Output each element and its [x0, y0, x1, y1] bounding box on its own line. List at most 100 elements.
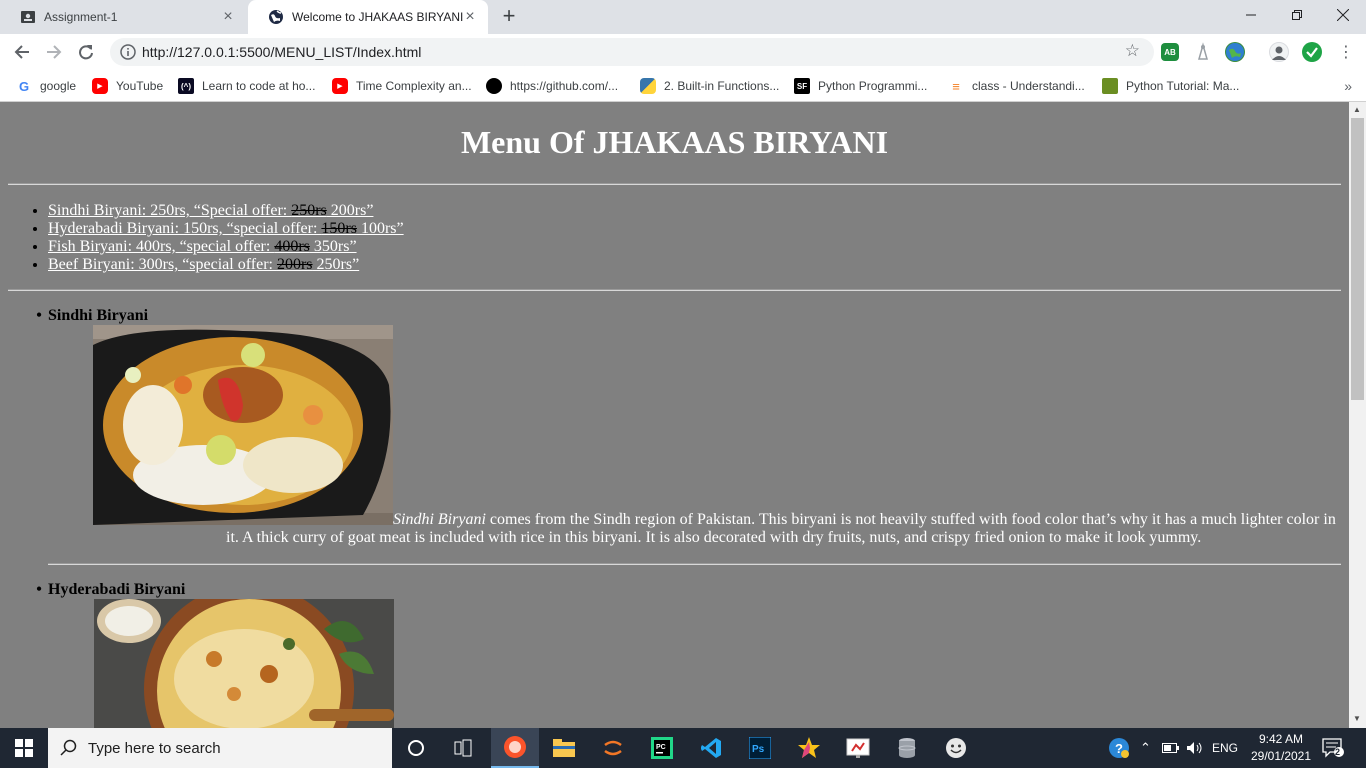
arrow-right-icon — [47, 45, 62, 59]
language-indicator[interactable]: ENG — [1212, 728, 1238, 768]
cortana-button[interactable] — [392, 728, 440, 768]
taskbar-file-explorer[interactable] — [540, 728, 588, 768]
browser-toolbar: http://127.0.0.1:5500/MENU_LIST/Index.ht… — [0, 34, 1366, 70]
offers-list: Sindhi Biryani: 250rs, “Special offer: 2… — [48, 202, 404, 274]
sindhi-biryani-image — [93, 325, 393, 525]
taskbar-brave-browser[interactable] — [491, 728, 539, 768]
tab-title: Assignment-1 — [44, 10, 118, 24]
bookmark-python-tutorial[interactable]: Python Tutorial: Ma... — [1102, 76, 1239, 96]
bookmark-youtube[interactable]: ▶ YouTube — [92, 76, 163, 96]
taskbar-jupyter[interactable] — [589, 728, 637, 768]
taskbar-search-box[interactable]: Type here to search — [48, 728, 392, 768]
reload-button[interactable] — [74, 40, 98, 64]
smiley-icon — [946, 738, 966, 758]
github-icon — [486, 78, 502, 94]
volume-icon[interactable] — [1186, 728, 1204, 768]
bookmark-python-programming[interactable]: SF Python Programmi... — [794, 76, 927, 96]
taskbar-presentation-app[interactable] — [834, 728, 882, 768]
code-icon: (^) — [178, 78, 194, 94]
new-tab-button[interactable]: + — [499, 5, 519, 27]
bookmark-stackoverflow[interactable]: ≡ class - Understandi... — [948, 76, 1085, 96]
notifications-button[interactable]: 2 — [1322, 728, 1344, 768]
close-icon — [1337, 9, 1349, 21]
globe-extension-icon[interactable] — [1225, 42, 1245, 62]
restore-button[interactable] — [1274, 0, 1320, 30]
chevron-up-icon[interactable]: ⌃ — [1140, 728, 1151, 768]
search-placeholder: Type here to search — [88, 739, 221, 757]
bookmark-python-builtins[interactable]: 2. Built-in Functions... — [640, 76, 779, 96]
help-tray-icon[interactable]: ? — [1108, 728, 1130, 768]
folder-icon — [553, 739, 575, 757]
presentation-icon — [846, 738, 870, 758]
bookmark-label: YouTube — [116, 79, 164, 93]
bookmark-label: 2. Built-in Functions... — [664, 79, 780, 93]
bookmark-github[interactable]: https://github.com/... — [486, 76, 618, 96]
taskbar-emoji-app[interactable] — [932, 728, 980, 768]
offer-item: Beef Biryani: 300rs, “special offer: 200… — [48, 256, 404, 274]
close-window-button[interactable] — [1320, 0, 1366, 30]
task-view-button[interactable] — [440, 728, 488, 768]
bookmark-time-complexity[interactable]: ▶ Time Complexity an... — [332, 76, 472, 96]
tab-jhakaas-biryani[interactable]: Welcome to JHAKAAS BIRYANI × — [248, 0, 488, 34]
page-scrollbar[interactable]: ▲ ▼ — [1349, 102, 1366, 728]
windows-logo-icon — [15, 739, 33, 757]
adblock-icon[interactable]: AB — [1161, 43, 1179, 61]
bookmarks-overflow-button[interactable]: » — [1344, 78, 1352, 94]
taskbar-star-app[interactable] — [785, 728, 833, 768]
svg-text:Ps: Ps — [752, 744, 765, 755]
bookmark-label: Learn to code at ho... — [202, 79, 316, 93]
shield-check-icon[interactable] — [1302, 42, 1322, 62]
photoshop-icon: Ps — [749, 737, 771, 759]
bookmark-google[interactable]: G google — [16, 76, 76, 96]
battery-icon[interactable] — [1162, 728, 1180, 768]
extension-tower-icon[interactable] — [1193, 42, 1213, 62]
info-icon[interactable] — [120, 44, 136, 60]
url-text[interactable]: http://127.0.0.1:5500/MENU_LIST/Index.ht… — [142, 44, 421, 60]
taskbar-vscode[interactable] — [687, 728, 735, 768]
taskbar-pycharm[interactable]: PC — [638, 728, 686, 768]
close-tab-icon[interactable]: × — [220, 9, 236, 25]
scroll-down-icon[interactable]: ▼ — [1353, 714, 1361, 723]
start-button[interactable] — [0, 728, 48, 768]
profile-icon[interactable] — [1269, 42, 1289, 62]
bookmark-freecodecamp[interactable]: (^) Learn to code at ho... — [178, 76, 315, 96]
bookmark-label: class - Understandi... — [972, 79, 1085, 93]
notification-icon — [1322, 738, 1344, 758]
scroll-up-icon[interactable]: ▲ — [1353, 105, 1361, 114]
svg-text:PC: PC — [656, 744, 666, 751]
dish-heading: • Sindhi Biryani — [36, 307, 149, 324]
offer-link[interactable]: Fish Biryani: 400rs, “special offer: 400… — [48, 238, 357, 255]
dish-heading: • Hyderabadi Biryani — [36, 581, 186, 598]
youtube-icon: ▶ — [92, 78, 108, 94]
database-icon — [898, 738, 916, 758]
star-icon — [798, 737, 820, 758]
forward-button[interactable] — [42, 40, 66, 64]
bookmark-label: https://github.com/... — [510, 79, 619, 93]
bookmark-label: Python Tutorial: Ma... — [1126, 79, 1240, 93]
cortana-circle-icon — [408, 740, 424, 756]
scrollbar-thumb[interactable] — [1351, 118, 1364, 400]
taskbar-database-app[interactable] — [883, 728, 931, 768]
google-icon: G — [18, 78, 30, 94]
offer-link[interactable]: Hyderabadi Biryani: 150rs, “special offe… — [48, 220, 404, 237]
tab-assignment[interactable]: Assignment-1 × — [0, 0, 246, 34]
clock-date: 29/01/2021 — [1250, 749, 1312, 763]
back-button[interactable] — [10, 40, 34, 64]
close-tab-icon[interactable]: × — [462, 9, 478, 25]
address-bar[interactable]: http://127.0.0.1:5500/MENU_LIST/Index.ht… — [110, 38, 1154, 66]
menu-kebab-icon[interactable]: ⋮ — [1334, 40, 1358, 64]
sf-icon: SF — [794, 78, 810, 94]
hyderabadi-biryani-image — [94, 599, 394, 728]
offer-link[interactable]: Beef Biryani: 300rs, “special offer: 200… — [48, 256, 359, 273]
minimize-button[interactable] — [1228, 0, 1274, 30]
taskbar-photoshop[interactable]: Ps — [736, 728, 784, 768]
bookmark-star-icon[interactable]: ☆ — [1125, 41, 1140, 61]
bookmark-label: Python Programmi... — [818, 79, 928, 93]
offer-link[interactable]: Sindhi Biryani: 250rs, “Special offer: 2… — [48, 202, 373, 219]
clock-time: 9:42 AM — [1258, 732, 1304, 746]
restore-icon — [1292, 10, 1302, 20]
tab-title: Welcome to JHAKAAS BIRYANI — [292, 10, 464, 24]
jupyter-icon — [604, 740, 622, 756]
clock[interactable]: 9:42 AM 29/01/2021 — [1244, 731, 1318, 765]
minimize-icon — [1246, 14, 1256, 16]
